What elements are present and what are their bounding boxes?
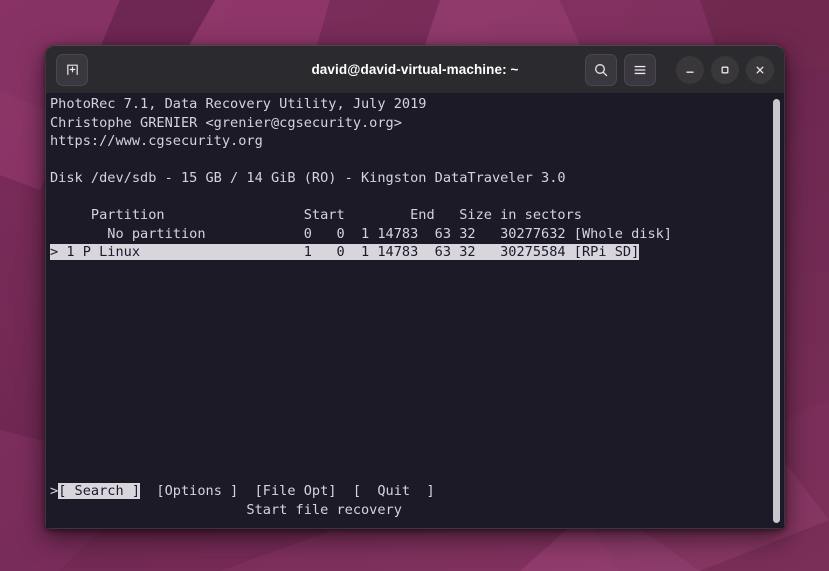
menu-item-search[interactable]: [ Search ] <box>58 483 140 499</box>
terminal-scrollbar-thumb[interactable] <box>773 99 780 523</box>
window-titlebar[interactable]: david@david-virtual-machine: ~ <box>45 45 785 93</box>
terminal-screen[interactable]: PhotoRec 7.1, Data Recovery Utility, Jul… <box>45 93 785 529</box>
minimize-icon <box>683 63 697 77</box>
close-button[interactable] <box>746 56 774 84</box>
titlebar-controls <box>585 54 774 86</box>
hamburger-menu-icon <box>632 62 648 78</box>
desktop: david@david-virtual-machine: ~ <box>0 0 829 571</box>
terminal-window: david@david-virtual-machine: ~ <box>45 45 785 529</box>
minimize-button[interactable] <box>676 56 704 84</box>
menu-items-rest[interactable]: [Options ] [File Opt] [ Quit ] <box>140 483 435 499</box>
photorec-menu-bar: >[ Search ] [Options ] [File Opt] [ Quit… <box>50 482 435 519</box>
menu-cursor: > <box>50 483 58 499</box>
terminal-scrollbar[interactable] <box>773 99 780 523</box>
terminal-output: PhotoRec 7.1, Data Recovery Utility, Jul… <box>50 95 672 262</box>
table-row[interactable]: No partition 0 0 1 14783 63 32 30277632 … <box>50 226 672 242</box>
selected-partition-row[interactable]: > 1 P Linux 1 0 1 14783 63 32 30275584 [… <box>50 244 639 260</box>
search-icon <box>593 62 609 78</box>
menu-button[interactable] <box>624 54 656 86</box>
close-icon <box>753 63 767 77</box>
maximize-button[interactable] <box>711 56 739 84</box>
search-button[interactable] <box>585 54 617 86</box>
new-tab-button[interactable] <box>56 54 88 86</box>
menu-status-line: Start file recovery <box>50 502 402 518</box>
maximize-icon <box>718 63 732 77</box>
new-tab-icon <box>65 62 80 77</box>
